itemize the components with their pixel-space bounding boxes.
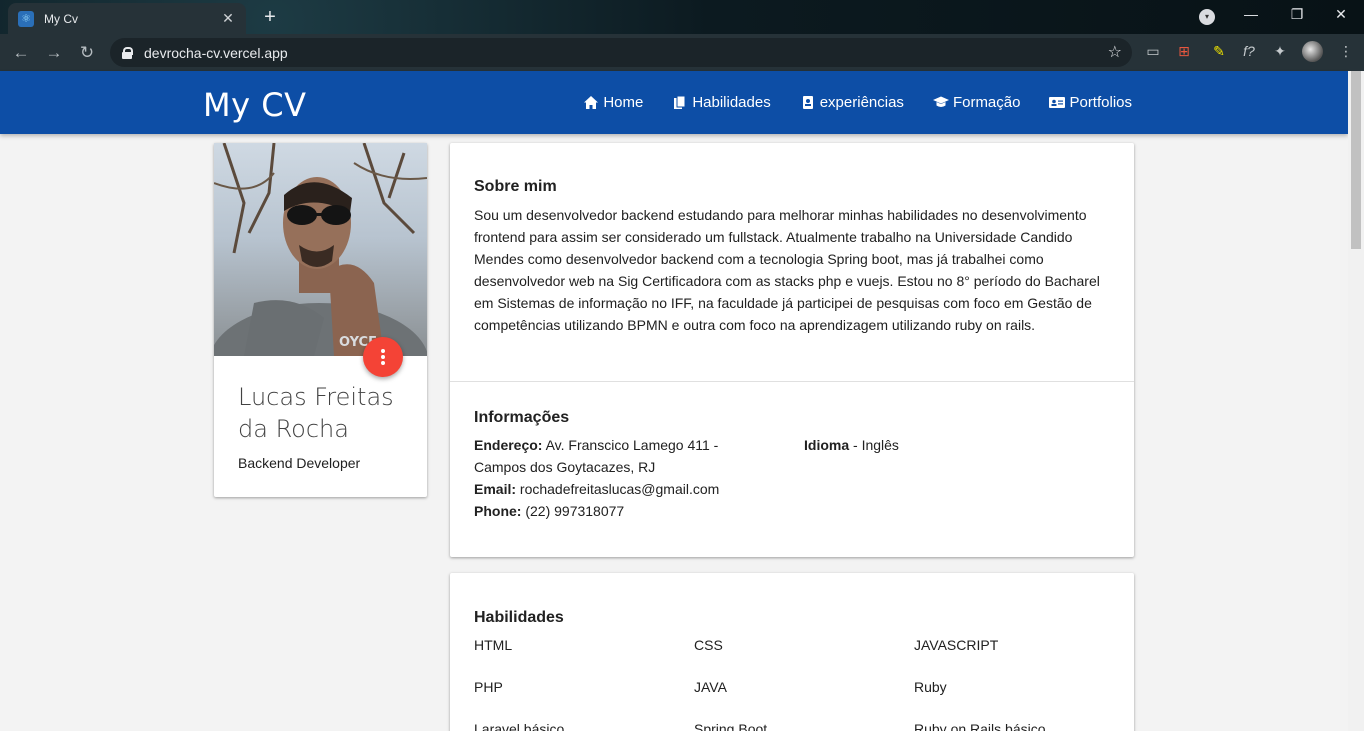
- bookmark-star-icon[interactable]: ☆: [1108, 42, 1122, 62]
- info-address: Endereço: Av. Franscico Lamego 411 - Cam…: [474, 434, 754, 478]
- minimize-icon[interactable]: —: [1241, 6, 1261, 22]
- nav-habilidades-label: Habilidades: [692, 94, 771, 111]
- browser-menu-icon[interactable]: ⋮: [1335, 40, 1357, 62]
- skills-grid: HTML CSS JAVASCRIPT PHP JAVA Ruby Larave…: [474, 634, 1134, 731]
- extension-sitemap-icon[interactable]: ⊞: [1173, 40, 1195, 62]
- about-info-card: Sobre mim Sou um desenvolvedor backend e…: [450, 143, 1134, 557]
- home-icon: [584, 96, 599, 109]
- nav-formacao-label: Formação: [952, 94, 1021, 111]
- about-text: Sou um desenvolvedor backend estudando p…: [474, 207, 1100, 333]
- restore-icon[interactable]: ❐: [1287, 6, 1307, 23]
- info-email: Email: rochadefreitaslucas@gmail.com: [474, 478, 754, 500]
- skill-item: JAVA: [694, 679, 727, 695]
- skill-item: CSS: [694, 637, 723, 653]
- back-icon[interactable]: ←: [9, 41, 33, 65]
- info-language: Idioma - Inglês: [804, 434, 1104, 456]
- scrollbar-thumb[interactable]: [1351, 71, 1361, 249]
- address-label: Endereço:: [474, 437, 543, 453]
- phone-value: (22) 997318077: [525, 503, 625, 519]
- skill-item: Laravel básico: [474, 721, 565, 731]
- about-title: Sobre mim: [474, 178, 557, 195]
- close-tab-icon[interactable]: ✕: [220, 10, 236, 27]
- profile-role: Backend Developer: [238, 455, 361, 471]
- nav-portfolios[interactable]: Portfolios: [1049, 94, 1132, 111]
- language-label: Idioma: [804, 437, 850, 453]
- profile-photo: OYCE: [214, 143, 427, 356]
- skills-card: Habilidades HTML CSS JAVASCRIPT PHP JAVA…: [450, 573, 1134, 731]
- extensions-puzzle-icon[interactable]: ✦: [1269, 40, 1291, 62]
- forward-icon[interactable]: →: [42, 41, 66, 65]
- extension-highlighter-icon[interactable]: ✎: [1208, 40, 1230, 62]
- skills-title: Habilidades: [474, 609, 564, 626]
- skill-item: Ruby: [914, 679, 947, 695]
- browser-chrome: ⚛ My Cv ✕ + ▾ — ❐ ✕ ← → ↻ devrocha-cv.ve…: [0, 0, 1364, 71]
- skill-item: HTML: [474, 637, 513, 653]
- info-title: Informações: [474, 409, 570, 426]
- nav-formacao[interactable]: Formação: [932, 94, 1021, 111]
- more-options-button[interactable]: [363, 337, 403, 377]
- phone-label: Phone:: [474, 503, 522, 519]
- id-badge-icon: [802, 96, 813, 109]
- language-value: - Inglês: [853, 437, 899, 453]
- nav-home-label: Home: [603, 94, 644, 111]
- profile-card: OYCE Lucas Freitas da Rocha Backend Deve…: [214, 143, 427, 497]
- nav-experiencias-label: experiências: [819, 94, 904, 111]
- window-close-icon[interactable]: ✕: [1331, 6, 1351, 23]
- address-bar[interactable]: devrocha-cv.vercel.app ☆: [110, 38, 1132, 67]
- nav-habilidades[interactable]: Habilidades: [672, 94, 771, 111]
- lock-icon: [122, 46, 133, 59]
- skill-item: PHP: [474, 679, 503, 695]
- more-vert-icon: [381, 349, 385, 353]
- browser-tab[interactable]: ⚛ My Cv ✕: [8, 3, 246, 34]
- profile-menu-icon[interactable]: ▾: [1199, 9, 1215, 25]
- info-phone: Phone: (22) 997318077: [474, 500, 754, 522]
- skill-item: Spring Boot: [694, 721, 768, 731]
- reload-icon[interactable]: ↻: [75, 41, 99, 65]
- info-contact: Endereço: Av. Franscico Lamego 411 - Cam…: [474, 434, 754, 522]
- url-text: devrocha-cv.vercel.app: [144, 44, 288, 61]
- nav-home[interactable]: Home: [583, 94, 643, 111]
- cast-icon[interactable]: ▭: [1142, 40, 1164, 62]
- copy-icon: [674, 95, 686, 109]
- brand-logo[interactable]: My CV: [203, 86, 306, 124]
- email-label: Email:: [474, 481, 517, 497]
- react-favicon-icon: ⚛: [18, 10, 34, 27]
- new-tab-icon[interactable]: +: [258, 5, 282, 29]
- user-avatar-icon[interactable]: [1302, 41, 1323, 62]
- profile-photo-illustration: OYCE: [214, 143, 427, 356]
- skill-item: JAVASCRIPT: [914, 637, 999, 653]
- nav-experiencias[interactable]: experiências: [800, 94, 904, 111]
- skill-item: Ruby on Rails básico: [914, 721, 1046, 731]
- tab-bar: ⚛ My Cv ✕ + ▾ — ❐ ✕: [0, 0, 1364, 34]
- page-scrollbar[interactable]: [1348, 71, 1364, 731]
- site-header: My CV Home Habilidades experiências Form…: [0, 71, 1348, 134]
- tab-title: My Cv: [44, 11, 78, 26]
- nav-portfolios-label: Portfolios: [1069, 94, 1132, 111]
- section-divider: [450, 381, 1134, 382]
- graduation-cap-icon: [932, 96, 949, 107]
- email-value: rochadefreitaslucas@gmail.com: [519, 481, 720, 497]
- main-nav: Home Habilidades experiências Formação P…: [554, 71, 1132, 134]
- extension-formula-icon[interactable]: f?: [1238, 40, 1260, 62]
- profile-name: Lucas Freitas da Rocha: [238, 383, 394, 443]
- id-card-icon: [1049, 97, 1066, 108]
